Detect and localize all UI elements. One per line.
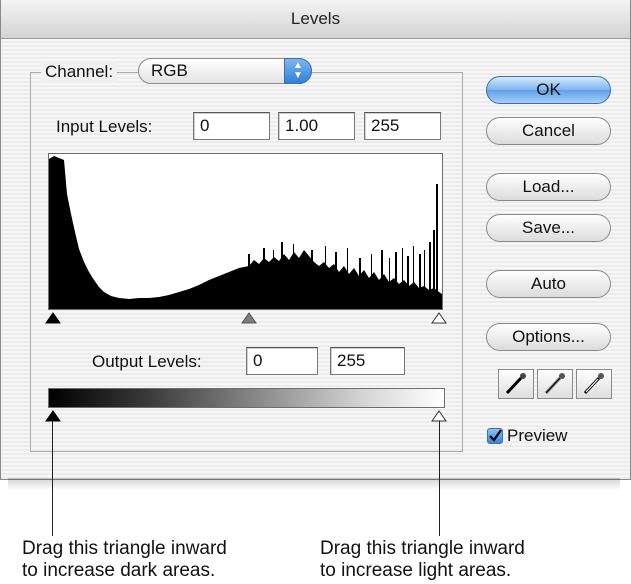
output-gradient-bar bbox=[48, 388, 445, 408]
black-eyedropper-button[interactable] bbox=[498, 369, 534, 399]
left-callout-line-1: Drag this triangle inward bbox=[22, 538, 227, 559]
right-callout-line-1: Drag this triangle inward bbox=[320, 538, 525, 559]
output-white-slider-triangle bbox=[431, 410, 447, 422]
cancel-button[interactable]: Cancel bbox=[486, 117, 611, 145]
gray-eyedropper-button[interactable] bbox=[537, 369, 573, 399]
input-gamma-slider-triangle bbox=[241, 312, 257, 324]
ok-button[interactable]: OK bbox=[486, 76, 611, 104]
load-button[interactable]: Load... bbox=[486, 173, 611, 201]
left-callout-text: Drag this triangle inward to increase da… bbox=[22, 538, 227, 582]
checkmark-icon bbox=[489, 429, 502, 442]
histogram bbox=[48, 153, 443, 310]
input-black-field[interactable]: 0 bbox=[193, 112, 270, 140]
channel-select[interactable]: RGB ▲ ▼ bbox=[138, 58, 312, 84]
output-black-field[interactable]: 0 bbox=[246, 347, 318, 375]
left-callout-line bbox=[52, 421, 53, 536]
preview-label: Preview bbox=[507, 426, 568, 445]
output-levels-label: Output Levels: bbox=[92, 352, 202, 371]
output-black-slider-triangle bbox=[45, 410, 61, 422]
white-eyedropper-button[interactable] bbox=[576, 369, 612, 399]
input-slider-track[interactable] bbox=[42, 309, 454, 325]
black-eyedropper-icon bbox=[505, 373, 526, 395]
options-button[interactable]: Options... bbox=[486, 323, 611, 351]
auto-button[interactable]: Auto bbox=[486, 270, 611, 298]
right-callout-text: Drag this triangle inward to increase li… bbox=[320, 538, 525, 582]
input-white-slider-triangle bbox=[431, 312, 447, 324]
input-black-slider-triangle bbox=[45, 312, 61, 324]
input-levels-label: Input Levels: bbox=[56, 117, 153, 136]
input-white-field[interactable]: 255 bbox=[364, 112, 441, 140]
dialog-title: Levels bbox=[1, 0, 630, 39]
output-white-field[interactable]: 255 bbox=[330, 347, 405, 375]
white-eyedropper-icon bbox=[583, 373, 604, 395]
channel-label: Channel: bbox=[41, 62, 118, 82]
right-callout-line bbox=[439, 421, 440, 536]
right-callout-line-2: to increase light areas. bbox=[320, 560, 512, 581]
preview-checkbox[interactable] bbox=[487, 428, 503, 444]
histogram-fill bbox=[49, 156, 442, 309]
dialog-shadow bbox=[8, 478, 620, 490]
output-slider-track[interactable] bbox=[42, 407, 454, 423]
channel-select-value: RGB bbox=[151, 61, 188, 80]
input-gamma-field[interactable]: 1.00 bbox=[278, 112, 355, 140]
save-button[interactable]: Save... bbox=[486, 214, 611, 242]
select-arrows-icon: ▲ ▼ bbox=[284, 58, 312, 84]
left-callout-line-2: to increase dark areas. bbox=[22, 560, 216, 581]
gray-eyedropper-icon bbox=[544, 373, 565, 395]
